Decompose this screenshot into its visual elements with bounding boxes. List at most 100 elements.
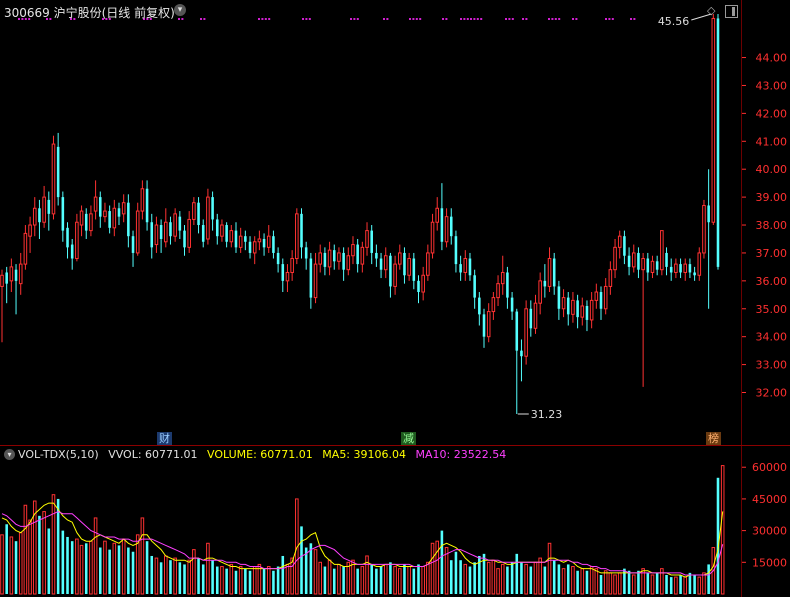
candle-body xyxy=(70,244,74,259)
volume-bar xyxy=(140,517,145,595)
candle-body xyxy=(683,263,688,273)
candle-body xyxy=(557,286,561,309)
candle-body xyxy=(538,280,542,304)
candle-body xyxy=(515,311,519,351)
signal-dot xyxy=(353,18,356,20)
candle-body xyxy=(693,272,696,276)
signal-dot xyxy=(522,18,524,20)
price-tick-label: 39.00 xyxy=(756,191,788,204)
candle-body xyxy=(585,305,589,320)
candle-body xyxy=(295,213,299,260)
volume-bar xyxy=(225,568,228,594)
signal-dot xyxy=(445,18,448,20)
volume-bar xyxy=(169,560,172,594)
volume-bar xyxy=(533,561,538,595)
candle-body xyxy=(56,146,60,198)
candle-body xyxy=(313,263,318,299)
price-tick-label: 36.00 xyxy=(756,275,788,288)
candle-body xyxy=(234,230,238,248)
candle-body xyxy=(389,255,392,287)
signal-dot xyxy=(505,18,507,20)
candle-body xyxy=(215,219,219,237)
candle-body xyxy=(23,232,28,265)
candle-body xyxy=(631,252,636,268)
candle-body xyxy=(327,249,332,268)
signal-dot xyxy=(356,18,359,20)
marker-jian[interactable]: 减 xyxy=(401,432,416,445)
chevron-down-icon[interactable]: ▾ xyxy=(174,4,186,16)
volume-bar xyxy=(117,545,121,594)
candle-body xyxy=(346,255,351,271)
volume-bar xyxy=(14,541,18,594)
volume-bar xyxy=(187,559,191,595)
signal-dot xyxy=(480,18,483,20)
high-label: 45.56 xyxy=(658,15,690,28)
volume-bar xyxy=(23,504,28,595)
signal-dot xyxy=(463,18,466,20)
diamond-icon[interactable]: ◇ xyxy=(707,4,715,17)
chart-title: 300669 沪宁股份(日线 前复权) xyxy=(4,6,175,20)
volume-bar xyxy=(285,563,290,595)
candle-body xyxy=(599,292,603,309)
volume-bar xyxy=(720,465,725,595)
candle-body xyxy=(370,230,373,253)
candle-body xyxy=(454,236,458,265)
volume-bar xyxy=(272,570,275,594)
candle-body xyxy=(98,197,102,217)
volume-bar xyxy=(674,576,678,595)
volume-bar xyxy=(393,566,397,595)
panel-toggle-button[interactable] xyxy=(725,5,738,18)
candle-body xyxy=(89,213,93,232)
volume-bar xyxy=(121,538,126,595)
volume-bar xyxy=(9,536,14,595)
candle-body xyxy=(0,274,4,287)
volume-bar xyxy=(79,544,84,595)
price-tick-label: 38.00 xyxy=(756,219,788,232)
candle-body xyxy=(238,235,243,248)
volume-bar xyxy=(173,557,177,595)
signal-dot xyxy=(473,18,476,20)
candle-body xyxy=(571,299,575,315)
candle-body xyxy=(42,196,46,223)
signal-dot xyxy=(200,18,202,20)
candle-body xyxy=(18,263,23,285)
signal-dot xyxy=(511,18,514,20)
candle-body xyxy=(566,297,570,315)
volume-bar xyxy=(407,566,411,595)
signal-dot xyxy=(572,18,574,20)
candle-body xyxy=(375,252,378,259)
marker-bang[interactable]: 榜 xyxy=(706,432,721,445)
candle-body xyxy=(79,210,84,226)
indicator-name[interactable]: VOL-TDX(5,10) xyxy=(18,448,99,461)
marker-cai[interactable]: 财 xyxy=(157,432,172,445)
signal-dot xyxy=(608,18,611,20)
candle-body xyxy=(407,258,411,276)
price-axis: 32.00 33.00 34.00 35.00 36.00 37.00 38.00 39.00… xyxy=(741,52,787,400)
volume-bar xyxy=(486,561,491,595)
volume-bar xyxy=(234,570,238,594)
signal-dot xyxy=(525,18,528,20)
candle-body xyxy=(561,297,566,310)
volume-bar xyxy=(356,568,359,594)
volume-bar xyxy=(383,563,388,595)
candle-body xyxy=(650,260,655,273)
volume-bar xyxy=(412,568,416,594)
volume-bar xyxy=(75,538,79,595)
axis-divider xyxy=(741,0,742,597)
volume-bar xyxy=(430,542,435,595)
candle-body xyxy=(543,280,547,287)
candle-body xyxy=(473,275,476,298)
volume-bar xyxy=(229,563,234,595)
volume-bar xyxy=(688,572,692,594)
volume-bar xyxy=(18,532,23,595)
signal-dot xyxy=(268,18,271,20)
candle-body xyxy=(206,196,210,240)
candle-body xyxy=(580,305,585,318)
candle-body xyxy=(421,274,425,293)
volume-bar xyxy=(0,534,4,595)
volume-bar xyxy=(93,517,98,595)
price-tick-label: 35.00 xyxy=(756,303,788,316)
volume-bar xyxy=(693,574,696,594)
volume-bar xyxy=(500,563,505,595)
candle-body xyxy=(178,216,182,231)
